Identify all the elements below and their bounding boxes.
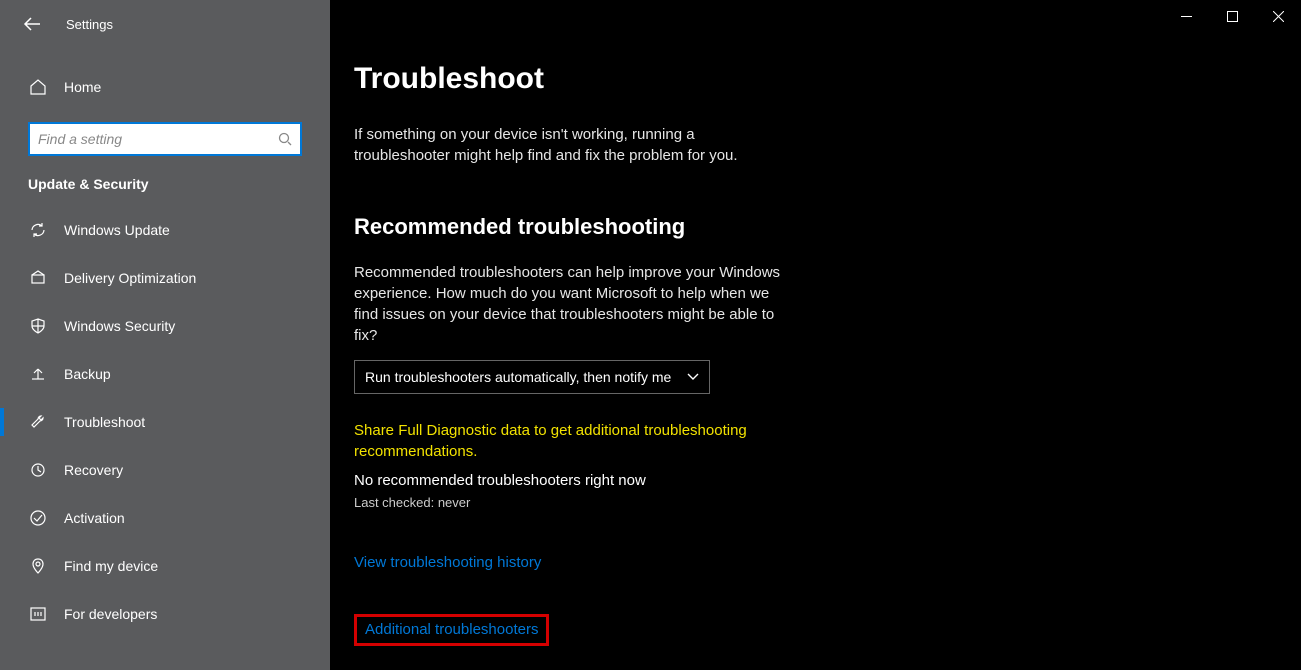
sidebar-item-troubleshoot[interactable]: Troubleshoot xyxy=(0,398,330,446)
search-input[interactable] xyxy=(30,124,300,154)
recovery-icon xyxy=(28,461,48,479)
sidebar-item-label: Activation xyxy=(64,510,125,526)
sidebar-item-windows-update[interactable]: Windows Update xyxy=(0,206,330,254)
sidebar-item-label: Backup xyxy=(64,366,111,382)
sidebar-item-find-my-device[interactable]: Find my device xyxy=(0,542,330,590)
location-icon xyxy=(28,557,48,575)
sidebar-item-label: Delivery Optimization xyxy=(64,270,196,286)
home-label: Home xyxy=(64,79,101,95)
sidebar-item-label: Windows Security xyxy=(64,318,175,334)
sidebar-item-backup[interactable]: Backup xyxy=(0,350,330,398)
app-title: Settings xyxy=(66,17,113,32)
backup-icon xyxy=(28,365,48,383)
last-checked-text: Last checked: never xyxy=(354,495,994,510)
view-history-link[interactable]: View troubleshooting history xyxy=(354,554,541,571)
chevron-down-icon xyxy=(687,373,699,381)
arrow-left-icon xyxy=(23,16,41,32)
window-controls xyxy=(1163,0,1301,32)
intro-text: If something on your device isn't workin… xyxy=(354,124,784,166)
sidebar: Settings Home Update & Security Windo xyxy=(0,0,330,670)
sidebar-item-home[interactable]: Home xyxy=(0,68,330,106)
close-icon xyxy=(1273,11,1284,22)
sidebar-item-label: Recovery xyxy=(64,462,123,478)
main-content: Troubleshoot If something on your device… xyxy=(330,0,1301,670)
section-heading: Recommended troubleshooting xyxy=(354,214,994,240)
sidebar-header: Settings xyxy=(0,0,330,48)
sidebar-item-label: Windows Update xyxy=(64,222,170,238)
sidebar-item-label: For developers xyxy=(64,606,157,622)
back-button[interactable] xyxy=(16,8,48,40)
nav-list: Windows Update Delivery Optimization Win… xyxy=(0,206,330,638)
minimize-button[interactable] xyxy=(1163,0,1209,32)
sidebar-section-title: Update & Security xyxy=(0,176,330,206)
sidebar-item-for-developers[interactable]: For developers xyxy=(0,590,330,638)
sidebar-item-delivery-optimization[interactable]: Delivery Optimization xyxy=(0,254,330,302)
status-text: No recommended troubleshooters right now xyxy=(354,472,994,489)
maximize-button[interactable] xyxy=(1209,0,1255,32)
minimize-icon xyxy=(1181,11,1192,22)
sidebar-item-windows-security[interactable]: Windows Security xyxy=(0,302,330,350)
sidebar-item-activation[interactable]: Activation xyxy=(0,494,330,542)
activation-icon xyxy=(28,509,48,527)
sync-icon xyxy=(28,221,48,239)
search-box[interactable] xyxy=(28,122,302,156)
search-icon xyxy=(278,132,292,146)
close-button[interactable] xyxy=(1255,0,1301,32)
delivery-icon xyxy=(28,269,48,287)
diagnostic-warning[interactable]: Share Full Diagnostic data to get additi… xyxy=(354,420,754,462)
additional-troubleshooters-highlight: Additional troubleshooters xyxy=(354,614,549,646)
troubleshooter-preference-dropdown[interactable]: Run troubleshooters automatically, then … xyxy=(354,360,710,394)
developers-icon xyxy=(28,605,48,623)
additional-troubleshooters-link[interactable]: Additional troubleshooters xyxy=(365,621,538,638)
maximize-icon xyxy=(1227,11,1238,22)
shield-icon xyxy=(28,317,48,335)
sidebar-item-label: Troubleshoot xyxy=(64,414,145,430)
sidebar-item-recovery[interactable]: Recovery xyxy=(0,446,330,494)
sidebar-item-label: Find my device xyxy=(64,558,158,574)
page-title: Troubleshoot xyxy=(354,62,994,96)
section-description: Recommended troubleshooters can help imp… xyxy=(354,262,794,346)
dropdown-value: Run troubleshooters automatically, then … xyxy=(365,369,671,385)
home-icon xyxy=(28,78,48,96)
wrench-icon xyxy=(28,413,48,431)
search-wrapper xyxy=(0,122,330,176)
